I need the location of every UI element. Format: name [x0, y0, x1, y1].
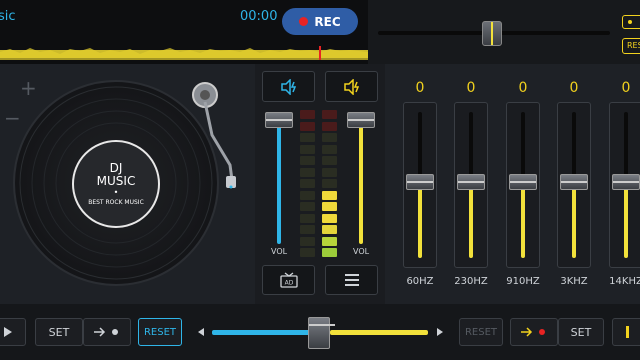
- eq-band-label: 60HZ: [406, 276, 434, 287]
- meter-segment: [300, 225, 315, 234]
- meter-segment: [300, 179, 315, 188]
- eq-band-value: 0: [621, 80, 631, 96]
- meter-segment: [322, 248, 337, 257]
- pitch-reset-button[interactable]: RES: [622, 38, 640, 54]
- speaker-right-button[interactable]: [325, 71, 378, 102]
- meter-segment: [322, 110, 337, 119]
- eq-band-value: 0: [569, 80, 579, 96]
- left-volume-track[interactable]: [277, 118, 281, 244]
- pause-button[interactable]: [612, 318, 640, 346]
- record-label-center: DJ MUSIC • BEST ROCK MUSIC: [72, 140, 160, 228]
- crossfader-right-track[interactable]: [330, 330, 428, 335]
- eq-band-thumb[interactable]: [509, 174, 537, 190]
- meter-segment: [322, 167, 337, 177]
- left-volume-fader[interactable]: [265, 112, 293, 128]
- meter-segment: [300, 144, 315, 154]
- label-dot: •: [113, 188, 119, 197]
- eq-band-thumb[interactable]: [560, 174, 588, 190]
- eq-track-lower: [624, 184, 628, 258]
- label-line2: MUSIC: [96, 174, 136, 188]
- right-volume-fader[interactable]: [347, 112, 375, 128]
- right-volume-label: VOL: [353, 247, 370, 256]
- meter-segment: [322, 121, 337, 131]
- pause-icon: [626, 326, 629, 338]
- meter-segment: [322, 144, 337, 154]
- crossfader-thumb[interactable]: [308, 317, 335, 349]
- meter-segment: [300, 121, 315, 131]
- meter-segment: [322, 179, 337, 188]
- eq-track-lower: [469, 184, 473, 258]
- pitch-slider-thumb[interactable]: [482, 21, 502, 46]
- eq-band-label: 230HZ: [454, 276, 488, 287]
- meter-segment: [322, 236, 337, 246]
- set-cue-left-button[interactable]: SET: [35, 318, 83, 346]
- crossfader-left-track[interactable]: [212, 330, 315, 335]
- arrow-cue-icon: [94, 327, 118, 337]
- cue-jump-right-button[interactable]: [510, 318, 558, 346]
- eq-band-label: 14KHZ: [609, 276, 640, 287]
- eq-band-thumb[interactable]: [457, 174, 485, 190]
- meter-segment: [300, 156, 315, 165]
- meter-segment: [300, 133, 315, 142]
- label-line3: BEST ROCK MUSIC: [88, 199, 144, 206]
- eq-band-label: 910HZ: [506, 276, 540, 287]
- meter-segment: [300, 213, 315, 223]
- level-meter: [300, 110, 344, 260]
- meter-segment: [300, 202, 315, 211]
- set-cue-right-button[interactable]: SET: [558, 318, 604, 346]
- record-label: REC: [314, 14, 341, 29]
- meter-segment: [322, 133, 337, 142]
- meter-segment: [322, 202, 337, 211]
- meter-segment: [300, 110, 315, 119]
- eq-band-value: 0: [415, 80, 425, 96]
- menu-icon: [344, 274, 359, 286]
- eq-band-thumb[interactable]: [406, 174, 434, 190]
- meter-segment: [300, 236, 315, 246]
- play-icon: [4, 327, 12, 337]
- crossfader-left-arrow-icon[interactable]: [197, 327, 205, 337]
- meter-segment: [300, 248, 315, 257]
- eq-track-lower: [572, 184, 576, 258]
- speaker-lightning-icon: [343, 78, 359, 95]
- reset-right-button[interactable]: RESET: [459, 318, 503, 346]
- speaker-lightning-icon: [280, 78, 296, 95]
- track-time: 00:00: [240, 9, 278, 24]
- eq-track-lower: [418, 184, 422, 258]
- eq-band-value: 0: [466, 80, 476, 96]
- arrow-cue-icon: [521, 327, 545, 337]
- record-dot-icon: [299, 17, 309, 26]
- left-volume-label: VOL: [271, 247, 288, 256]
- meter-segment: [322, 156, 337, 165]
- record-button[interactable]: REC: [282, 8, 358, 35]
- eq-track-lower: [521, 184, 525, 258]
- menu-button[interactable]: [325, 265, 378, 295]
- speaker-left-button[interactable]: [262, 71, 315, 102]
- ad-text: AD: [284, 280, 293, 287]
- eq-band-label: 3KHZ: [560, 276, 588, 287]
- waveform[interactable]: [0, 46, 368, 60]
- eq-band-value: 0: [518, 80, 528, 96]
- meter-segment: [322, 225, 337, 234]
- cue-jump-left-button[interactable]: [83, 318, 131, 346]
- meter-segment: [322, 213, 337, 223]
- sync-button[interactable]: [622, 15, 640, 29]
- tonearm-icon[interactable]: [190, 80, 240, 200]
- meter-segment: [322, 190, 337, 200]
- ad-tv-icon: AD: [279, 272, 298, 288]
- right-volume-track[interactable]: [359, 118, 363, 244]
- crossfader-right-arrow-icon[interactable]: [436, 327, 444, 337]
- reset-left-button[interactable]: RESET: [138, 318, 182, 346]
- track-title: sic: [0, 9, 16, 24]
- meter-segment: [300, 190, 315, 200]
- play-button[interactable]: [0, 318, 26, 346]
- ad-button[interactable]: AD: [262, 265, 315, 295]
- eq-band-thumb[interactable]: [612, 174, 640, 190]
- meter-segment: [300, 167, 315, 177]
